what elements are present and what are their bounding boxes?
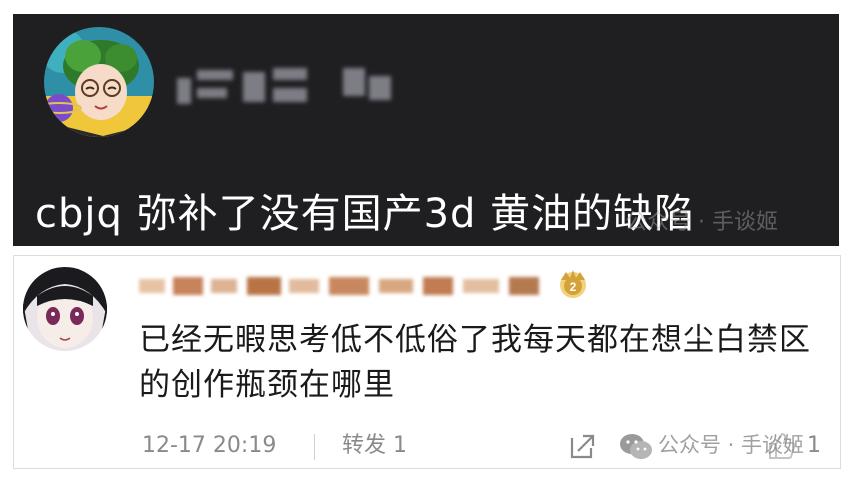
- post-card: cbjq 弥补了没有国产3d 黄油的缺陷 公众号 · 手谈姬: [13, 14, 839, 246]
- comment-text: 已经无暇思考低不低俗了我每天都在想尘白禁区的创作瓶颈在哪里: [139, 322, 811, 403]
- post-avatar[interactable]: [43, 26, 155, 138]
- footer-divider: [314, 434, 315, 460]
- like-count: 1: [807, 433, 821, 458]
- share-icon[interactable]: [566, 430, 598, 462]
- like-thumb-icon[interactable]: [766, 430, 798, 462]
- comment-timestamp: 12-17 20:19: [142, 433, 277, 458]
- comment-avatar[interactable]: [22, 266, 108, 352]
- svg-text:2: 2: [570, 280, 577, 294]
- wechat-icon: [620, 434, 652, 459]
- comment-username-blurred: [139, 271, 549, 301]
- crown-badge-icon: 2: [560, 270, 586, 298]
- watermark: 公众号 · 手谈姬: [625, 210, 778, 235]
- repost-button[interactable]: 转发 1: [342, 428, 407, 464]
- comment-card: 2 已经无暇思考低不低俗了我每天都在想尘白禁区的创作瓶颈在哪里 12-17 20…: [13, 255, 841, 469]
- comment-footer: 12-17 20:19 转发 1 公众号 · 手谈姬 1: [14, 428, 840, 464]
- post-username-blurred: [177, 66, 407, 106]
